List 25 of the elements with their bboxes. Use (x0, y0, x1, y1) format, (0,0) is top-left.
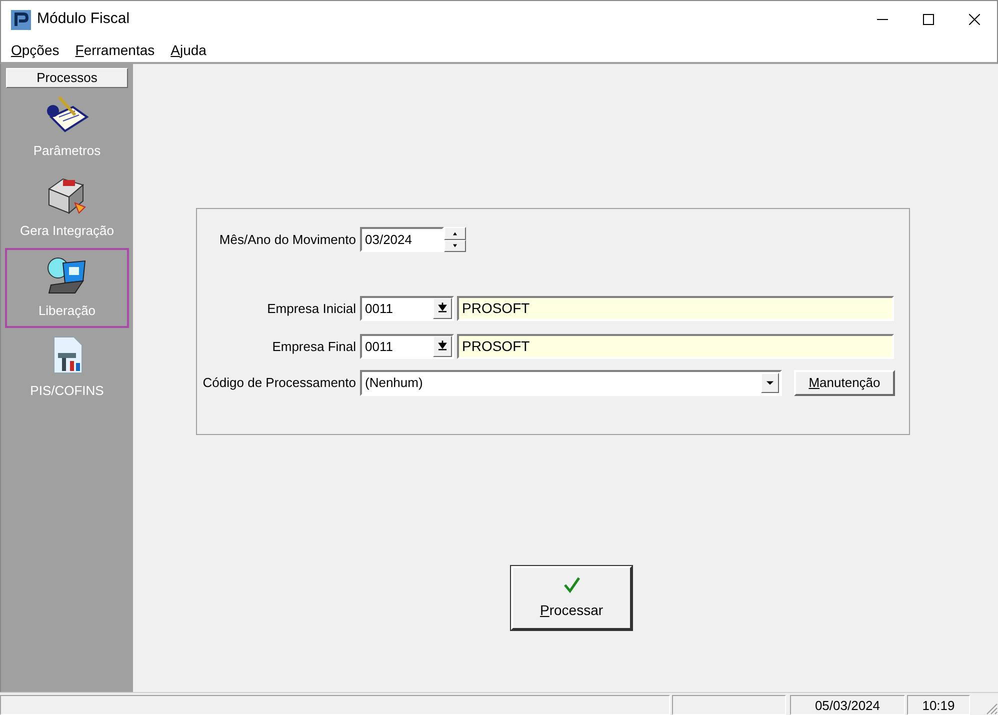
menu-item[interactable]: Ajuda (166, 40, 212, 60)
period-field[interactable]: 03/2024 (360, 227, 444, 252)
company-code-field[interactable]: 0011 (360, 334, 454, 359)
spinner-control[interactable] (444, 227, 466, 252)
company-code-field[interactable]: 0011 (360, 296, 454, 321)
field-label: Empresa Inicial (266, 300, 357, 318)
field-label: Mês/Ano do Movimento (218, 230, 357, 249)
sidebar-header: Processos (6, 68, 128, 88)
resize-grip-icon[interactable] (984, 701, 998, 715)
menu-item[interactable]: Ferramentas (70, 40, 160, 60)
close-icon[interactable] (968, 14, 980, 25)
checkmark-icon (562, 576, 580, 594)
processing-code-dropdown[interactable]: (Nenhum) (360, 370, 782, 396)
process-button[interactable]: Processar (511, 566, 632, 630)
field-label: Empresa Final (271, 338, 357, 356)
status-date: 05/03/2024 (790, 695, 905, 715)
menu-item[interactable]: Opções (6, 40, 64, 60)
maintenance-button[interactable]: Manutenção (794, 370, 895, 396)
company-name-field: PROSOFT (457, 334, 894, 359)
field-label: Código de Processamento (202, 374, 357, 392)
maximize-icon[interactable] (922, 14, 934, 25)
window-title: Módulo Fiscal (37, 9, 130, 30)
app-logo-icon (11, 10, 31, 30)
status-time: 10:19 (907, 695, 970, 715)
company-name-field: PROSOFT (457, 296, 894, 321)
